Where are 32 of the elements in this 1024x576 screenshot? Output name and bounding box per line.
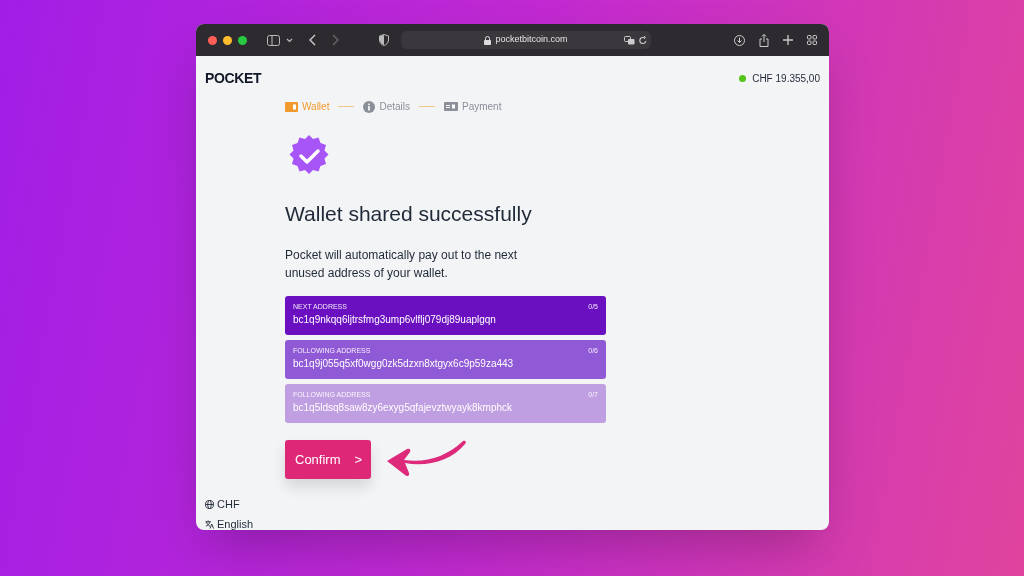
- download-icon[interactable]: [734, 34, 745, 46]
- tab-overview-icon[interactable]: [807, 35, 817, 45]
- address-text: bc1q5ldsq8saw8zy6exyg5qfajevztwyayk8kmphck: [293, 401, 513, 414]
- sidebar-icon[interactable]: [267, 34, 280, 46]
- translate-icon: [205, 519, 214, 529]
- address-bar[interactable]: pocketbitcoin.com: [401, 31, 651, 49]
- info-icon: [363, 100, 376, 113]
- close-window-icon[interactable]: [208, 35, 217, 45]
- shield-icon[interactable]: [379, 34, 389, 46]
- minimize-window-icon[interactable]: [223, 35, 232, 45]
- footer-link[interactable]: English: [205, 518, 254, 530]
- banknote-icon: [444, 102, 458, 111]
- wallet-icon: [285, 101, 298, 112]
- confirm-button[interactable]: Confirm >: [285, 440, 371, 479]
- forward-icon[interactable]: [332, 34, 339, 46]
- back-icon[interactable]: [309, 34, 316, 46]
- address-text: bc1q9nkqq6ljtrsfmg3ump6vlflj079dj89uaplgqn: [293, 313, 497, 326]
- globe-icon: [205, 499, 214, 509]
- address-text: bc1q9j055q5xf0wgg0zk5dzxn8xtgyx6c9p59za443: [293, 357, 515, 370]
- lock-icon: [484, 35, 492, 45]
- logo[interactable]: POCKET: [205, 68, 262, 89]
- chevron-down-icon[interactable]: [286, 37, 293, 43]
- url-text: pocketbitcoin.com: [495, 33, 568, 47]
- translate-icon[interactable]: [624, 35, 635, 45]
- new-tab-icon[interactable]: [783, 35, 793, 45]
- share-icon[interactable]: [759, 33, 769, 47]
- footer-link[interactable]: CHF: [205, 498, 254, 510]
- maximize-window-icon[interactable]: [238, 35, 247, 45]
- reload-icon[interactable]: [639, 35, 647, 45]
- description-text: Pocket will automatically pay out to the next unused address of your wallet.: [285, 246, 519, 282]
- page-title: Wallet shared successfully: [285, 201, 533, 227]
- balance-text: CHF 19.355,00: [752, 72, 820, 86]
